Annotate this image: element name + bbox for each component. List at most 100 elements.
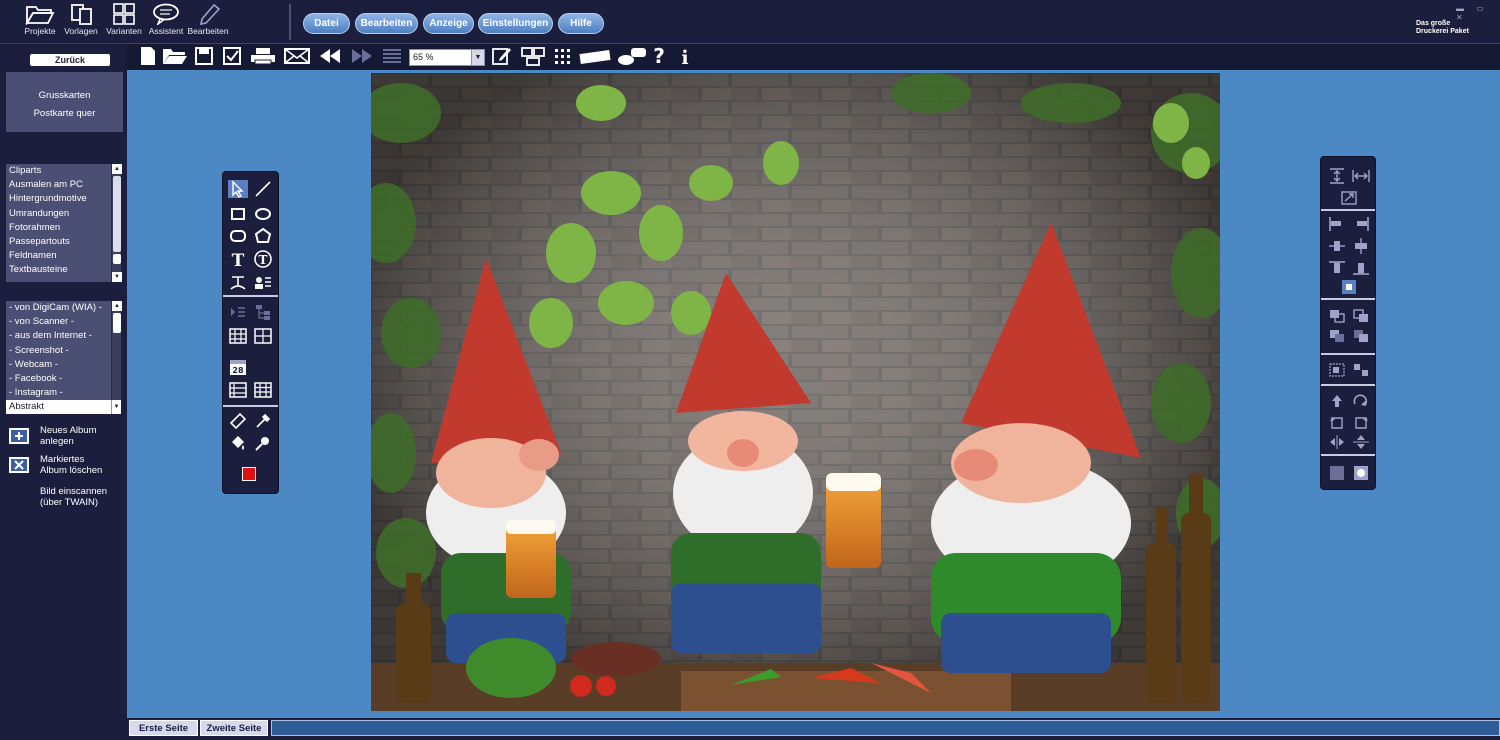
first-page-icon[interactable] xyxy=(317,46,343,66)
edit-button[interactable]: Bearbeiten xyxy=(186,2,230,42)
polygon-tool-icon[interactable] xyxy=(253,227,273,245)
rotate-icon[interactable] xyxy=(1351,392,1371,410)
canvas-area[interactable] xyxy=(127,70,1500,718)
tab-second-page[interactable]: Zweite Seite xyxy=(200,720,268,736)
align-icon[interactable] xyxy=(381,46,403,66)
menu-anzeige[interactable]: Anzeige xyxy=(423,13,474,34)
clipart-list-item[interactable]: Hintergrundmotive xyxy=(6,192,121,206)
align-bottom-icon[interactable] xyxy=(1351,259,1371,277)
menu-datei[interactable]: Datei xyxy=(303,13,350,34)
source-list-item[interactable]: - Screenshot - xyxy=(6,344,121,358)
clipart-list-item[interactable]: Passepartouts xyxy=(6,235,121,249)
source-list-item[interactable]: - von Scanner - xyxy=(6,315,121,329)
source-list-item[interactable]: - aus dem Internet - xyxy=(6,329,121,343)
move-up-icon[interactable] xyxy=(1327,392,1347,410)
card-photo[interactable] xyxy=(371,73,1220,711)
scroll-thumb[interactable] xyxy=(113,313,121,333)
rotate-left-icon[interactable] xyxy=(1327,413,1347,431)
email-icon[interactable] xyxy=(283,46,311,66)
rotate-right-icon[interactable] xyxy=(1351,413,1371,431)
chevron-down-icon[interactable]: ▼ xyxy=(111,400,121,414)
source-scrollbar[interactable]: ▲ xyxy=(111,301,122,402)
clipart-list-item[interactable]: Cliparts xyxy=(6,164,121,178)
variants-button[interactable]: Varianten xyxy=(102,2,146,42)
menu-bearbeiten[interactable]: Bearbeiten xyxy=(355,13,418,34)
line-tool-icon[interactable] xyxy=(253,180,273,198)
table-tool-icon[interactable] xyxy=(228,327,248,345)
tree-list-icon[interactable] xyxy=(253,303,273,321)
align-top-icon[interactable] xyxy=(1327,259,1347,277)
window-controls[interactable]: ▬ ▭ ✕ xyxy=(1456,4,1500,22)
rectangle-tool-icon[interactable] xyxy=(228,205,248,223)
text-tool-icon[interactable]: T xyxy=(228,250,248,268)
source-list-item[interactable]: - Webcam - xyxy=(6,358,121,372)
calendar-icon[interactable]: 28 xyxy=(228,358,248,376)
projects-button[interactable]: Projekte xyxy=(18,2,62,42)
circle-text-tool-icon[interactable]: T xyxy=(253,250,273,268)
source-list-item[interactable]: - Facebook - xyxy=(6,372,121,386)
curve-text-tool-icon[interactable] xyxy=(228,273,248,291)
shadow-off-icon[interactable] xyxy=(1327,464,1347,482)
distribute-vertical-icon[interactable] xyxy=(1327,167,1347,185)
chevron-down-icon[interactable]: ▼ xyxy=(471,50,484,65)
ellipse-tool-icon[interactable] xyxy=(253,205,273,223)
users-icon[interactable] xyxy=(616,46,648,66)
clipart-list-item[interactable]: Umrandungen xyxy=(6,207,121,221)
zoom-select[interactable]: 65 % ▼ xyxy=(409,49,485,66)
source-list-item[interactable]: - Instagram - xyxy=(6,386,121,400)
eyedropper-icon[interactable] xyxy=(253,411,273,429)
align-left-icon[interactable] xyxy=(1327,215,1347,233)
dots-grid-icon[interactable] xyxy=(552,46,574,66)
category-box[interactable]: Grusskarten Postkarte quer xyxy=(6,72,123,132)
clipart-scrollbar[interactable]: ▲ ▼ xyxy=(111,164,122,282)
scroll-up-icon[interactable]: ▲ xyxy=(112,301,122,311)
align-right-icon[interactable] xyxy=(1351,215,1371,233)
color-swatch[interactable] xyxy=(242,467,256,481)
clipart-list[interactable]: Cliparts Ausmalen am PC Hintergrundmotive U… xyxy=(6,164,122,282)
layout-icon[interactable] xyxy=(520,46,546,66)
scan-image-button[interactable]: Bild einscannen (über TWAIN) xyxy=(8,486,107,508)
pointer-icon[interactable] xyxy=(228,180,248,198)
menu-einstellungen[interactable]: Einstellungen xyxy=(478,13,553,34)
eraser-icon[interactable] xyxy=(228,411,248,429)
save-icon[interactable] xyxy=(193,46,215,66)
checkbox-icon[interactable] xyxy=(221,46,243,66)
ungroup-icon[interactable] xyxy=(1351,361,1371,379)
print-icon[interactable] xyxy=(249,46,277,66)
tab-first-page[interactable]: Erste Seite xyxy=(129,720,198,736)
list-table-icon[interactable] xyxy=(228,381,248,399)
help-icon[interactable]: ? xyxy=(648,46,670,66)
ruler-icon[interactable] xyxy=(578,46,612,66)
edit-icon[interactable] xyxy=(491,46,513,66)
dense-grid-icon[interactable] xyxy=(253,381,273,399)
new-document-icon[interactable] xyxy=(137,46,159,66)
resize-diagonal-icon[interactable] xyxy=(1339,189,1359,207)
clipart-list-item[interactable]: Textbausteine xyxy=(6,263,121,277)
new-album-button[interactable]: Neues Album anlegen xyxy=(8,425,97,447)
align-center-v-icon[interactable] xyxy=(1351,237,1371,255)
menu-hilfe[interactable]: Hilfe xyxy=(558,13,604,34)
assistant-button[interactable]: Assistent xyxy=(144,2,188,42)
clipart-list-item[interactable]: Fotorahmen xyxy=(6,221,121,235)
info-icon[interactable]: i xyxy=(674,46,696,66)
group-icon[interactable] xyxy=(1327,361,1347,379)
bring-to-front-icon[interactable] xyxy=(1327,327,1347,345)
shadow-on-icon[interactable] xyxy=(1351,464,1371,482)
grid-table-icon[interactable] xyxy=(253,327,273,345)
align-center-h-icon[interactable] xyxy=(1327,237,1347,255)
address-tool-icon[interactable] xyxy=(253,273,273,291)
scroll-up-icon[interactable]: ▲ xyxy=(112,164,122,174)
bring-forward-icon[interactable] xyxy=(1327,307,1347,325)
delete-album-button[interactable]: Markiertes Album löschen xyxy=(8,454,102,476)
scroll-thumb-lower[interactable] xyxy=(113,254,121,264)
rounded-rect-tool-icon[interactable] xyxy=(228,227,248,245)
clipart-list-item[interactable]: Ausmalen am PC xyxy=(6,178,121,192)
bullet-list-icon[interactable] xyxy=(228,303,248,321)
flip-vertical-icon[interactable] xyxy=(1351,433,1371,451)
source-list-item[interactable]: - von DigiCam (WIA) - xyxy=(6,301,121,315)
open-folder-icon[interactable] xyxy=(161,46,189,66)
center-page-icon[interactable] xyxy=(1339,278,1359,296)
magnifier-icon[interactable] xyxy=(253,434,273,452)
clipart-list-item[interactable]: Feldnamen xyxy=(6,249,121,263)
send-backward-icon[interactable] xyxy=(1351,307,1371,325)
